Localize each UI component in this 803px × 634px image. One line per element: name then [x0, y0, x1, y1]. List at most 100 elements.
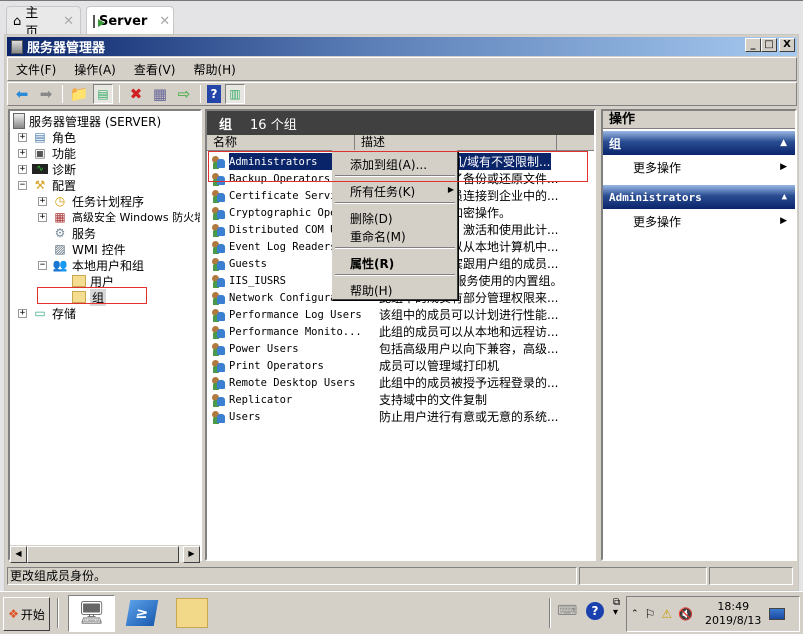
collapse-icon[interactable]: − [38, 260, 47, 270]
tree-item-roles[interactable]: + ▤ 角色 [18, 129, 76, 145]
menu-item-add-to-group[interactable]: 添加到组(A)... [350, 156, 427, 173]
tree-root[interactable]: 服务器管理器 (SERVER) [13, 113, 161, 129]
show-action-pane-icon[interactable]: ▥ [225, 84, 245, 104]
context-menu: 添加到组(A)... 所有任务(K) ▶ 删除(D) 重命名(M) 属性(R) … [332, 150, 458, 300]
tree-item-label: 组 [90, 288, 107, 306]
action-center-flag-icon[interactable]: ⚐ [645, 607, 656, 621]
menu-action[interactable]: 操作(A) [74, 61, 116, 78]
group-name: Power Users [229, 342, 299, 355]
tree-item-task-scheduler[interactable]: + ◷ 任务计划程序 [38, 193, 144, 209]
close-icon[interactable]: ✕ [63, 14, 74, 29]
tree-item-features[interactable]: + ▣ 功能 [18, 145, 76, 161]
tree-item-services[interactable]: ⚙ 服务 [52, 225, 96, 241]
tree-item-diagnostics[interactable]: + ∿ 诊断 [18, 161, 76, 177]
delete-icon[interactable]: ✖ [126, 84, 146, 104]
minimize-button[interactable]: _ [745, 38, 761, 52]
table-row[interactable]: Print Operators 成员可以管理域打印机 [211, 357, 591, 374]
group-icon [211, 155, 226, 169]
show-hidden-icons[interactable]: ⌃ [631, 609, 639, 619]
group-description: 防止用户进行有意或无意的系统... [379, 410, 559, 424]
group-description: 此组中的成员被授予远程登录的... [379, 376, 559, 390]
powershell-icon[interactable]: ≥ [125, 600, 159, 626]
scroll-left-button[interactable]: ◀ [10, 546, 27, 563]
group-name: Remote Desktop Users [229, 376, 356, 389]
start-button[interactable]: ❖ 开始 [3, 597, 50, 631]
action-group-groups[interactable]: 组 ▲ [603, 131, 795, 155]
properties-icon[interactable]: ▦ [150, 84, 170, 104]
tree-item-users[interactable]: 用户 [72, 273, 114, 289]
menu-file[interactable]: 文件(F) [16, 61, 56, 78]
gear-icon: ⚙ [54, 226, 66, 240]
taskbar-server-manager[interactable]: 🖥 [68, 595, 115, 632]
forward-arrow-icon[interactable]: ➡ [36, 84, 56, 104]
expand-icon[interactable]: + [38, 196, 47, 206]
action-more-actions[interactable]: 更多操作 ▶ [603, 209, 795, 233]
network-warning-icon[interactable]: ⚠ [661, 607, 672, 621]
language-bar-restore-icon[interactable]: ⧉ ▾ [613, 598, 620, 618]
table-row[interactable]: Performance Log Users 该组中的成员可以计划进行性能... [211, 306, 591, 323]
export-list-icon[interactable]: ⇨ [174, 84, 194, 104]
expand-icon[interactable]: + [38, 212, 47, 222]
tree-item-configuration[interactable]: − ⚒ 配置 [18, 177, 76, 193]
tree-horizontal-scrollbar[interactable]: ◀ ▶ [10, 545, 200, 563]
table-row[interactable]: Performance Monito... 此组的成员可以从本地和远程访... [211, 323, 591, 340]
help-circle-icon[interactable]: ? [586, 602, 604, 620]
menu-item-all-tasks[interactable]: 所有任务(K) ▶ [350, 183, 454, 200]
column-header-description[interactable]: 描述 [355, 135, 557, 151]
back-arrow-icon[interactable]: ⬅ [12, 84, 32, 104]
up-folder-icon[interactable]: 📁 [69, 84, 89, 104]
menu-item-delete[interactable]: 删除(D) [350, 210, 393, 227]
collapse-icon[interactable]: − [18, 180, 27, 190]
table-row[interactable]: Remote Desktop Users 此组中的成员被授予远程登录的... [211, 374, 591, 391]
tree-item-wmi[interactable]: ▨ WMI 控件 [52, 241, 125, 257]
column-header-empty [557, 135, 594, 151]
tab-server[interactable]: Server ✕ [86, 6, 174, 35]
show-console-tree-icon[interactable]: ▤ [93, 84, 113, 104]
group-icon [211, 325, 226, 339]
tab-home[interactable]: ⌂ 主页 ✕ [6, 6, 81, 40]
explorer-folder-icon[interactable] [176, 598, 208, 628]
table-row[interactable]: Power Users 包括高级用户以向下兼容，高级... [211, 340, 591, 357]
group-icon [211, 410, 226, 424]
expand-icon[interactable]: + [18, 148, 27, 158]
pane-header: 组 16 个组 [207, 111, 594, 135]
collapse-up-icon[interactable]: ▲ [782, 192, 787, 202]
menu-separator [335, 175, 455, 177]
tree-item-local-users-groups[interactable]: − 👥 本地用户和组 [38, 257, 144, 273]
scroll-right-button[interactable]: ▶ [183, 546, 200, 563]
column-header-name[interactable]: 名称 [207, 135, 355, 151]
expand-icon[interactable]: + [18, 164, 27, 174]
action-more-actions[interactable]: 更多操作 ▶ [603, 155, 795, 179]
toolbar-separator [62, 85, 63, 103]
menu-separator [335, 274, 455, 276]
clock-date: 2019/8/13 [705, 614, 762, 627]
maximize-button[interactable]: □ [761, 38, 777, 52]
collapse-up-icon[interactable]: ▲ [780, 138, 787, 148]
action-group-administrators[interactable]: Administrators ▲ [603, 185, 795, 209]
tree-item-firewall[interactable]: + ▦ 高级安全 Windows 防火墙 [38, 209, 202, 225]
table-row[interactable]: Users 防止用户进行有意或无意的系统... [211, 408, 591, 425]
menu-view[interactable]: 查看(V) [134, 61, 176, 78]
menu-help[interactable]: 帮助(H) [193, 61, 235, 78]
folder-icon [72, 291, 86, 303]
show-desktop-icon[interactable] [769, 608, 786, 620]
close-icon[interactable]: ✕ [159, 14, 170, 29]
table-row[interactable]: Replicator 支持域中的文件复制 [211, 391, 591, 408]
keyboard-icon[interactable]: ⌨ [557, 603, 577, 619]
close-button[interactable]: X [779, 38, 795, 52]
tree-item-label: 功能 [52, 146, 77, 161]
expand-icon[interactable]: + [18, 132, 27, 142]
menu-item-properties[interactable]: 属性(R) [350, 255, 394, 272]
help-icon[interactable]: ? [207, 85, 221, 103]
menu-item-rename[interactable]: 重命名(M) [350, 228, 406, 245]
scrollbar-thumb[interactable] [27, 546, 179, 563]
menu-item-help[interactable]: 帮助(H) [350, 282, 392, 299]
clock[interactable]: 18:49 2019/8/13 [705, 600, 761, 628]
tree-item-groups[interactable]: 组 [72, 288, 107, 306]
speaker-muted-icon[interactable]: 🔇 [678, 607, 693, 621]
windows-logo-icon: ❖ [8, 607, 19, 621]
tree-item-storage[interactable]: + ▭ 存储 [18, 305, 76, 321]
status-bar: 更改组成员身份。 [7, 567, 797, 587]
tree-item-label: 高级安全 Windows 防火墙 [72, 211, 202, 224]
expand-icon[interactable]: + [18, 308, 27, 318]
